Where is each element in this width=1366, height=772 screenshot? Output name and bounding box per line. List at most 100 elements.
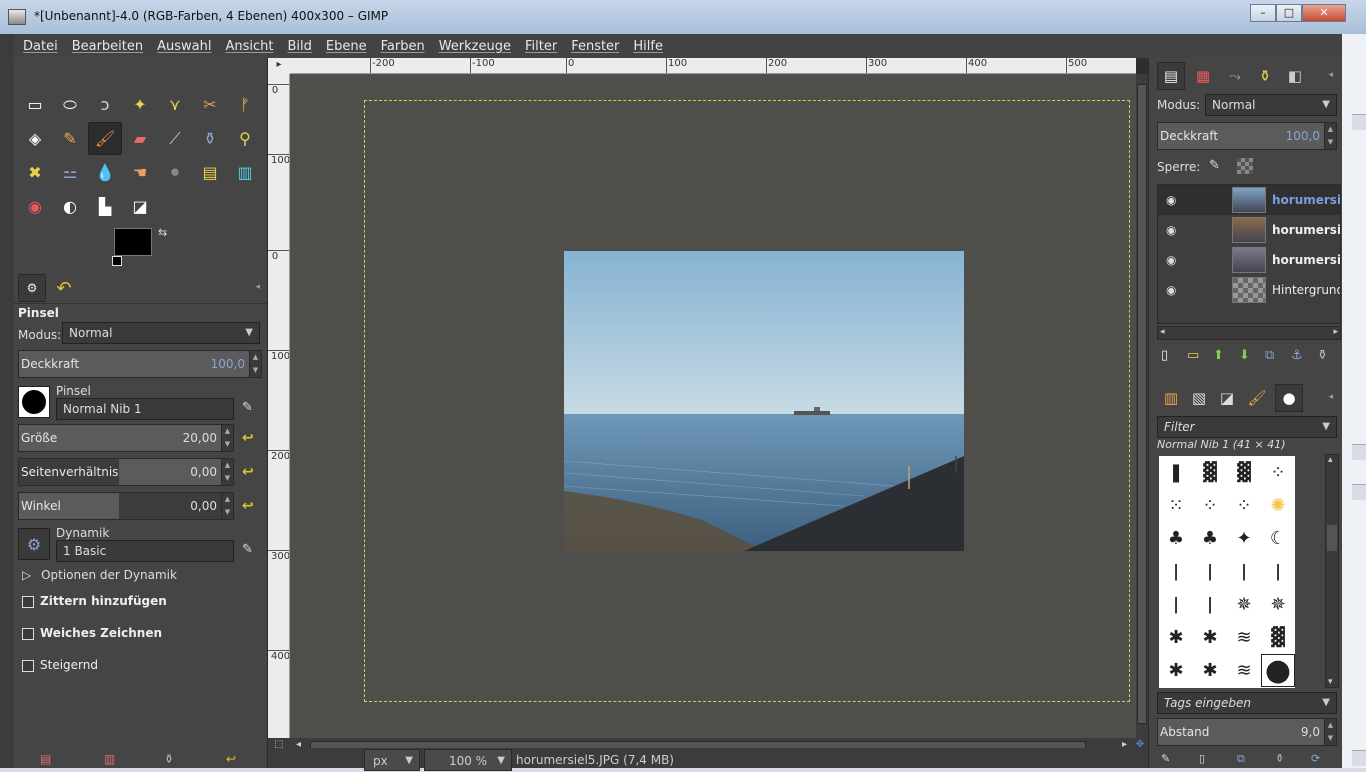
menu-farben[interactable]: Farben	[381, 39, 425, 54]
layer-row[interactable]: ◉ horumersie	[1158, 185, 1340, 215]
dock-menu-icon[interactable]: ◂	[255, 282, 260, 292]
brush-thumbnail[interactable]: ✱	[1159, 654, 1193, 687]
brush-thumbnail[interactable]: ǀ	[1159, 588, 1193, 621]
paintbrush-icon[interactable]: 🖌	[88, 122, 122, 155]
aspect-stepper[interactable]: ▲ ▼	[221, 459, 233, 485]
raise-layer-icon[interactable]: ⬆	[1213, 348, 1224, 363]
free-select-icon[interactable]: ↄ	[88, 88, 122, 121]
brush-select[interactable]: Normal Nib 1	[56, 398, 234, 420]
refresh-brushes-icon[interactable]: ⟳	[1311, 752, 1320, 765]
spacing-slider[interactable]: Abstand 9,0 ▲ ▼	[1157, 718, 1337, 746]
reset-angle-icon[interactable]: ↩	[242, 498, 258, 514]
brush-thumbnail[interactable]: ⁘	[1193, 489, 1227, 522]
pencil-icon[interactable]: ✎	[53, 122, 87, 155]
duplicate-layer-icon[interactable]: ⧉	[1265, 348, 1274, 363]
brushes-gradient-tab-icon[interactable]: ▥	[1157, 384, 1185, 412]
reset-aspect-icon[interactable]: ↩	[242, 464, 258, 480]
visibility-eye-icon[interactable]: ◉	[1166, 193, 1180, 207]
angle-stepper[interactable]: ▲ ▼	[221, 493, 233, 519]
paths-tab-icon[interactable]: ⤳	[1221, 62, 1249, 90]
brush-thumbnail[interactable]: ▓	[1227, 456, 1261, 489]
lock-alpha-icon[interactable]	[1237, 158, 1253, 174]
dynamics-preview-icon[interactable]: ⚙	[18, 528, 50, 560]
brush-thumbnail[interactable]: ≋	[1227, 654, 1261, 687]
scroll-left-icon[interactable]: ◂	[1160, 327, 1165, 337]
fuzzy-select-icon[interactable]: ✦	[123, 88, 157, 121]
brush-thumbnail[interactable]: ǀ	[1227, 555, 1261, 588]
vertical-ruler[interactable]: 0 100 0 100 200 300 400	[268, 74, 290, 738]
layer-opacity-stepper[interactable]: ▲ ▼	[1324, 123, 1336, 149]
mode-select[interactable]: Normal ▼	[62, 322, 260, 344]
brush-thumbnail[interactable]: ⁘	[1261, 456, 1295, 489]
minimize-button[interactable]: –	[1250, 4, 1276, 22]
default-colors-icon[interactable]	[112, 256, 122, 266]
opacity-slider[interactable]: Deckkraft 100,0 ▲ ▼	[18, 350, 262, 378]
dock-menu-icon[interactable]: ◂	[1328, 392, 1333, 402]
dodge-burn-icon[interactable]: ⚫	[158, 156, 192, 189]
layer-thumbnail[interactable]	[1232, 247, 1266, 273]
jitter-checkbox[interactable]	[22, 596, 34, 608]
brush-thumbnail[interactable]: ☾	[1261, 522, 1295, 555]
dynamics-select[interactable]: 1 Basic	[56, 540, 234, 562]
menu-werkzeuge[interactable]: Werkzeuge	[439, 39, 511, 54]
save-options-icon[interactable]: ▤	[40, 752, 51, 766]
histogram-icon[interactable]: ▙	[88, 190, 122, 223]
layers-hscrollbar[interactable]: ◂ ▸	[1157, 326, 1341, 340]
menu-fenster[interactable]: Fenster	[571, 39, 619, 54]
brush-thumbnail[interactable]: ▓	[1261, 621, 1295, 654]
new-brush-icon[interactable]: ▯	[1199, 752, 1205, 765]
color-select-icon[interactable]: ⋎	[158, 88, 192, 121]
layer-thumbnail[interactable]	[1232, 277, 1266, 303]
edit-dynamics-icon[interactable]: ✎	[242, 542, 253, 557]
brush-tab-icon[interactable]: 🖌	[1243, 384, 1271, 412]
airbrush-icon[interactable]: ⟋	[158, 122, 192, 155]
size-slider[interactable]: Größe 20,00 ▲ ▼	[18, 424, 234, 452]
ruler-corner[interactable]: ▸	[268, 58, 290, 74]
brush-preview[interactable]	[18, 386, 50, 418]
layer-thumbnail[interactable]	[1232, 187, 1266, 213]
close-button[interactable]: ✕	[1302, 4, 1346, 22]
layer-name[interactable]: Hintergrund	[1272, 283, 1340, 297]
layer-row[interactable]: ◉ Hintergrund	[1158, 275, 1340, 305]
angle-slider[interactable]: Winkel 0,00 ▲ ▼	[18, 492, 234, 520]
brushes-grid[interactable]: ❚ ▓ ▓ ⁘ ⁙ ⁘ ⁘ ✺ ♣ ♣ ✦ ☾ ǀ ǀ ǀ ǀ ǀ ǀ ✵ ✵ ✱ ✱ ≋ ▓ ✱ ✱ ≋ ●	[1159, 456, 1295, 688]
foreground-color-swatch[interactable]	[114, 228, 152, 256]
aspect-slider[interactable]: Seitenverhältnis 0,00 ▲ ▼	[18, 458, 234, 486]
tool-options-tab-icon[interactable]: ⚙	[18, 274, 46, 302]
brush-thumbnail[interactable]: ♣	[1193, 522, 1227, 555]
brush-thumbnail[interactable]: ⁘	[1227, 489, 1261, 522]
image-canvas[interactable]	[290, 74, 1136, 738]
layer-name[interactable]: horumersie	[1272, 193, 1340, 207]
scroll-right-icon[interactable]: ▸	[1333, 327, 1338, 337]
levels-icon[interactable]: ▤	[193, 156, 227, 189]
brush-preview-tab-icon[interactable]: ●	[1275, 384, 1303, 412]
duplicate-brush-icon[interactable]: ⧉	[1237, 752, 1245, 766]
scroll-up-icon[interactable]: ▴	[1328, 455, 1333, 465]
blur-icon[interactable]: 💧	[88, 156, 122, 189]
undo-history-tab-icon[interactable]: ↶	[50, 274, 78, 302]
brush-filter-select[interactable]: Filter ▼	[1157, 416, 1337, 438]
new-layer-icon[interactable]: ▯	[1161, 348, 1168, 363]
brush-thumbnail[interactable]: ✱	[1193, 654, 1227, 687]
reset-size-icon[interactable]: ↩	[242, 430, 258, 446]
layer-name[interactable]: horumersie	[1272, 253, 1340, 267]
menu-bild[interactable]: Bild	[288, 39, 312, 54]
menu-datei[interactable]: Datei	[23, 39, 58, 54]
histogram-tab-icon[interactable]: ◧	[1281, 62, 1309, 90]
spacing-stepper[interactable]: ▲ ▼	[1324, 719, 1336, 745]
clone-icon[interactable]: ⚲	[228, 122, 262, 155]
lock-pixels-icon[interactable]: ✎	[1209, 158, 1220, 173]
brushes-vscrollbar[interactable]: ▴ ▾	[1325, 454, 1339, 688]
menu-hilfe[interactable]: Hilfe	[633, 39, 663, 54]
fonts-tab-icon[interactable]: ◪	[1213, 384, 1241, 412]
smudge-icon[interactable]: ☚	[123, 156, 157, 189]
menu-auswahl[interactable]: Auswahl	[157, 39, 211, 54]
paint-bucket-icon[interactable]: ◈	[18, 122, 52, 155]
photo-image[interactable]	[564, 251, 964, 551]
visibility-eye-icon[interactable]: ◉	[1166, 283, 1180, 297]
curves-icon[interactable]: ▥	[228, 156, 262, 189]
rect-select-icon[interactable]: ▭	[18, 88, 52, 121]
restore-options-icon[interactable]: ▥	[104, 752, 115, 766]
ellipse-select-icon[interactable]: ⬭	[53, 88, 87, 121]
brush-thumbnail[interactable]: ✱	[1159, 621, 1193, 654]
